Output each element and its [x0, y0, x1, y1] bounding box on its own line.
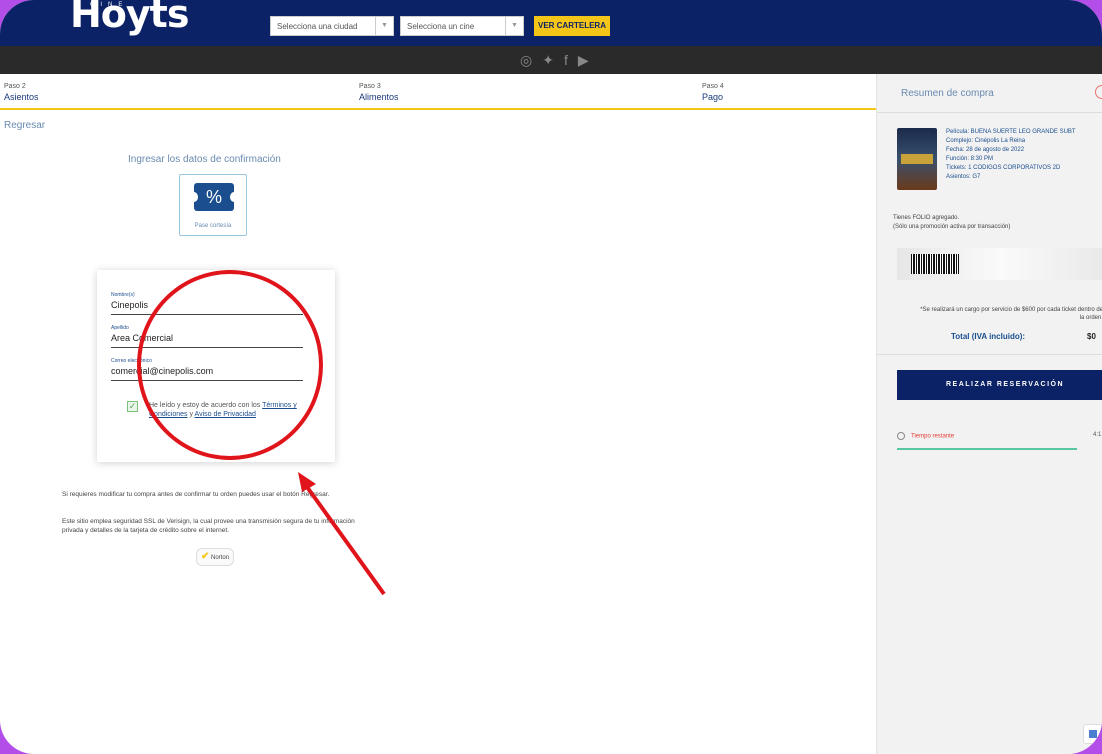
arrow-shaft [300, 478, 386, 596]
pase-label: Pase cortesía [194, 223, 232, 229]
movie-date: Fecha: 28 de agosto de 2022 [946, 147, 1025, 153]
barcode-icon [911, 254, 959, 274]
total-value: $0 [1087, 332, 1096, 341]
movie-complex: Complejo: Cinépolis La Reina [946, 138, 1026, 144]
step-asientos[interactable]: Paso 2 Asientos [4, 82, 39, 102]
chevron-down-icon: ▼ [505, 17, 523, 35]
check-icon: ✔ [200, 551, 210, 562]
realizar-reservacion-button[interactable]: REALIZAR RESERVACIÓN [897, 370, 1102, 400]
arrow-head [298, 472, 316, 492]
norton-label: Norton [211, 555, 230, 561]
ticket-percent-icon: % [190, 183, 238, 211]
step-name: Asientos [4, 92, 39, 102]
movie-poster [897, 128, 937, 190]
total-label: Total (IVA incluido): [951, 332, 1026, 341]
social-bar: ◎✦f▶ [0, 46, 1102, 74]
step-alimentos[interactable]: Paso 3 Alimentos [359, 82, 399, 102]
summary-title: Resumen de compra [901, 88, 994, 99]
summary-icon [1095, 85, 1102, 99]
step-number: Paso 3 [359, 83, 381, 90]
cinema-select-label: Selecciona un cine [407, 22, 475, 31]
city-select-label: Selecciona una ciudad [277, 22, 358, 31]
confirm-title: Ingresar los datos de confirmación [128, 154, 281, 165]
folio-line1: Tienes FOLIO agregado. [893, 215, 960, 221]
twitter-icon[interactable]: ✦ [542, 52, 564, 68]
checkout-steps: Paso 2 Asientos Paso 3 Alimentos Paso 4 … [0, 74, 876, 110]
timer-value: 4:1 [1093, 432, 1102, 438]
terms-checkbox[interactable]: ✓ [127, 401, 138, 412]
top-navbar: Hoyts CINE Selecciona una ciudad ▼ Selec… [0, 0, 1102, 46]
logo-sup: CINE [90, 2, 129, 8]
step-name: Pago [702, 92, 724, 102]
annotation-circle [137, 270, 323, 460]
timer-label: Tiempo restante [911, 433, 955, 440]
time-remaining: Tiempo restante 4:1 [897, 432, 1102, 440]
divider [877, 354, 1102, 355]
step-name: Alimentos [359, 92, 399, 102]
city-select[interactable]: Selecciona una ciudad ▼ [270, 16, 394, 36]
movie-tickets: Tickets: 1 CODIGOS CORPORATIVOS 2D [946, 165, 1061, 171]
instagram-icon[interactable]: ◎ [520, 52, 542, 68]
timer-progress-bar [897, 448, 1077, 450]
summary-panel: Resumen de compra Película: BUENA SUERTE… [876, 74, 1102, 754]
facebook-icon[interactable]: f [564, 52, 578, 68]
folio-barcode-box [897, 248, 1102, 280]
cinema-select[interactable]: Selecciona un cine ▼ [400, 16, 524, 36]
pase-cortesia-card[interactable]: % Pase cortesía [179, 174, 247, 236]
step-number: Paso 4 [702, 83, 724, 90]
clock-icon [897, 432, 905, 440]
chevron-down-icon: ▼ [375, 17, 393, 35]
hoyts-logo[interactable]: Hoyts [70, 0, 189, 36]
step-number: Paso 2 [4, 83, 26, 90]
ver-cartelera-button[interactable]: VER CARTELERA [534, 16, 610, 36]
service-charge-note: *Se realizará un cargo por servicio de $… [920, 307, 1102, 321]
folio-text: Tienes FOLIO agregado. (Sólo una promoci… [893, 214, 1102, 232]
movie-showtime: Función: 8:30 PM [946, 156, 994, 162]
folio-line2: (Sólo una promoción activa por transacci… [893, 224, 1011, 230]
social-icons: ◎✦f▶ [520, 52, 599, 69]
chat-icon[interactable] [1083, 724, 1102, 744]
movie-title: Película: BUENA SUERTE LEO GRANDE SUBT [946, 129, 1076, 135]
movie-info: Película: BUENA SUERTE LEO GRANDE SUBT C… [946, 128, 1102, 182]
norton-badge: ✔ Norton [196, 548, 234, 566]
regresar-link[interactable]: Regresar [4, 120, 45, 131]
movie-seats: Asientos: G7 [946, 174, 981, 180]
step-pago: Paso 4 Pago [702, 82, 724, 102]
annotation-arrow [298, 472, 386, 596]
youtube-icon[interactable]: ▶ [578, 52, 599, 68]
divider [877, 112, 1102, 113]
browser-frame: Hoyts CINE Selecciona una ciudad ▼ Selec… [0, 0, 1102, 754]
